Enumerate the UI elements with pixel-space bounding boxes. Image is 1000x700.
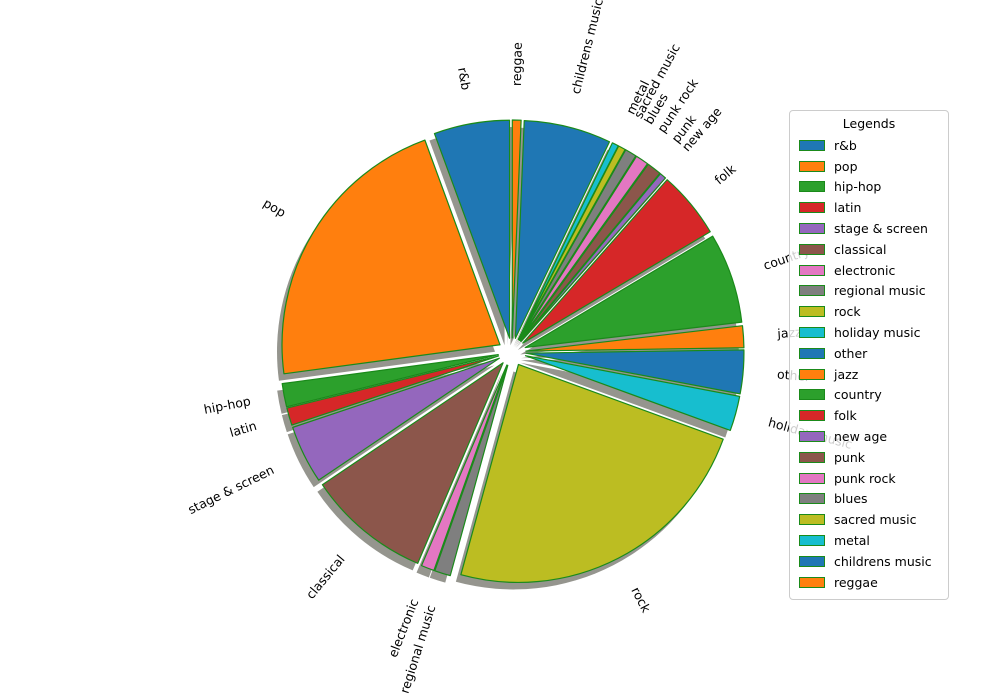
legend-item[interactable]: jazz [797,364,941,385]
legend-item[interactable]: sacred music [797,509,941,530]
pie-slice-label: latin [228,418,259,440]
pie-slice-label: hip-hop [203,393,252,417]
legend-item-label: childrens music [834,553,932,569]
legend-item-label: latin [834,200,862,216]
legend-item[interactable]: latin [797,197,941,218]
legend-swatch [799,347,825,359]
legend-item-label: sacred music [834,512,917,528]
legend-item-label: holiday music [834,325,921,341]
legend-swatch [799,223,825,235]
legend-swatch [799,451,825,463]
pie-slice-label: reggae [509,42,525,86]
legend-item[interactable]: other [797,343,941,364]
legend-item-label: reggae [834,574,878,590]
legend-item[interactable]: reggae [797,572,941,593]
legend-item-label: regional music [834,283,926,299]
legend-swatch [799,243,825,255]
legend-swatch [799,202,825,214]
legend-swatch [799,327,825,339]
legend-item-label: folk [834,408,857,424]
pie-slice-label: r&b [455,66,474,91]
legend-item-label: new age [834,429,888,445]
legend-swatch [799,139,825,151]
legend-item-label: rock [834,304,861,320]
legend-swatch [799,472,825,484]
legend-item[interactable]: punk [797,447,941,468]
legend-item-label: metal [834,533,870,549]
legend-item[interactable]: punk rock [797,468,941,489]
legend-item[interactable]: classical [797,239,941,260]
legend-swatch [799,410,825,422]
legend-swatch [799,160,825,172]
legend-swatch [799,431,825,443]
legend-item[interactable]: r&b [797,135,941,156]
pie-slice-label: pop [261,195,289,220]
legend-item[interactable]: country [797,385,941,406]
legend-item-label: other [834,345,868,361]
legend-item-label: hip-hop [834,179,882,195]
legend-item-label: jazz [834,366,859,382]
legend-item[interactable]: holiday music [797,322,941,343]
pie-slice-label: rock [628,584,654,615]
legend-item[interactable]: regional music [797,281,941,302]
legend-item[interactable]: stage & screen [797,218,941,239]
legend-item[interactable]: pop [797,156,941,177]
legend[interactable]: Legends r&b pop hip-hop latin stage & screen… [789,110,949,600]
pie-slice-label: folk [711,161,739,188]
legend-item-label: electronic [834,262,896,278]
pie-slice-label: classical [303,552,348,602]
legend-swatch [799,285,825,297]
legend-swatch [799,493,825,505]
legend-item[interactable]: folk [797,405,941,426]
legend-swatch [799,368,825,380]
legend-item[interactable]: blues [797,489,941,510]
legend-swatch [799,555,825,567]
slice-layer [281,119,745,584]
legend-item-label: r&b [834,137,857,153]
legend-item[interactable]: metal [797,530,941,551]
pie-slice-label: stage & screen [185,462,276,517]
legend-swatch [799,514,825,526]
legend-item-label: blues [834,491,868,507]
legend-swatch [799,389,825,401]
legend-item[interactable]: rock [797,301,941,322]
legend-swatch [799,306,825,318]
legend-item-label: classical [834,241,887,257]
legend-item[interactable]: new age [797,426,941,447]
legend-swatch [799,181,825,193]
legend-item-label: country [834,387,882,403]
legend-title: Legends [842,116,896,131]
legend-swatch [799,264,825,276]
legend-item-label: stage & screen [834,221,928,237]
pie-chart-figure: r&b pop hip-hop latin stage & screen classica… [0,0,1000,700]
legend-rows: r&b pop hip-hop latin stage & screen classica… [797,135,941,593]
legend-item-label: pop [834,158,858,174]
legend-swatch [799,576,825,588]
pie-slice-label: childrens music [568,0,606,95]
legend-item-label: punk [834,449,866,465]
legend-swatch [799,535,825,547]
legend-item[interactable]: hip-hop [797,177,941,198]
legend-item[interactable]: electronic [797,260,941,281]
legend-item[interactable]: childrens music [797,551,941,572]
legend-item-label: punk rock [834,470,896,486]
